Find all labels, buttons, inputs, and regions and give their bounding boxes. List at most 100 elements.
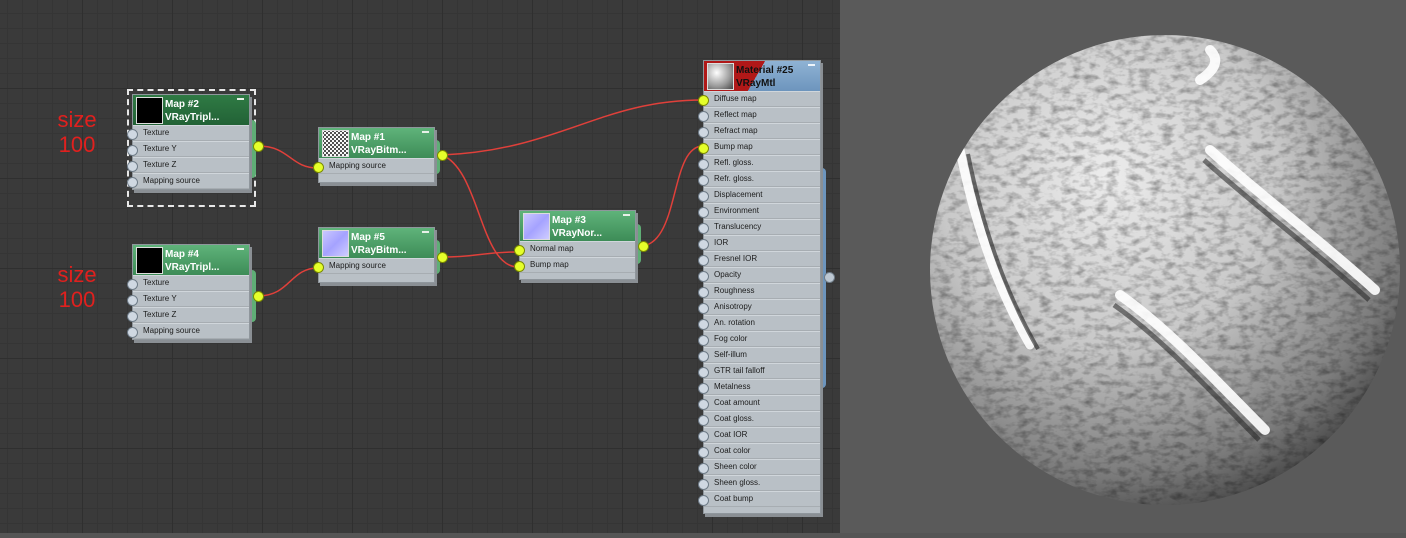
slot-texture[interactable]: Texture — [127, 275, 249, 291]
input-socket[interactable] — [698, 431, 709, 442]
input-socket[interactable] — [698, 383, 709, 394]
minimize-icon[interactable] — [422, 231, 429, 233]
input-socket[interactable] — [698, 399, 709, 410]
material-slot-refr-gloss[interactable]: Refr. gloss. — [698, 171, 820, 187]
input-socket[interactable] — [698, 271, 709, 282]
material-slot-fresnel-ior[interactable]: Fresnel IOR — [698, 251, 820, 267]
input-socket[interactable] — [698, 239, 709, 250]
node-header[interactable]: Map #1 VRayBitm... — [319, 128, 434, 158]
node-header[interactable]: Map #5 VRayBitm... — [319, 228, 434, 258]
minimize-icon[interactable] — [237, 248, 244, 250]
input-socket[interactable] — [698, 159, 709, 170]
slot-texture-y[interactable]: Texture Y — [127, 291, 249, 307]
input-socket[interactable] — [127, 295, 138, 306]
material-slot-coat-bump[interactable]: Coat bump — [698, 491, 820, 507]
material-slot-coat-gloss[interactable]: Coat gloss. — [698, 411, 820, 427]
material-preview-viewport[interactable] — [840, 0, 1406, 533]
node-map2[interactable]: Map #2 VRayTripl... Texture Texture Y Tex… — [127, 94, 250, 190]
input-socket[interactable] — [698, 223, 709, 234]
input-socket[interactable] — [127, 177, 138, 188]
input-socket[interactable] — [127, 279, 138, 290]
input-socket[interactable] — [514, 245, 525, 256]
input-socket[interactable] — [698, 95, 709, 106]
output-socket[interactable] — [437, 150, 448, 161]
output-socket[interactable] — [253, 291, 264, 302]
material-slot-an-rotation[interactable]: An. rotation — [698, 315, 820, 331]
material-slot-ior[interactable]: IOR — [698, 235, 820, 251]
minimize-icon[interactable] — [237, 98, 244, 100]
minimize-icon[interactable] — [808, 64, 815, 66]
output-socket[interactable] — [437, 252, 448, 263]
input-socket[interactable] — [698, 287, 709, 298]
node-header[interactable]: Map #3 VRayNor... — [520, 211, 635, 241]
slot-mapping-source[interactable]: Mapping source — [313, 258, 434, 274]
input-socket[interactable] — [698, 143, 709, 154]
material-slot-fog-color[interactable]: Fog color — [698, 331, 820, 347]
input-socket[interactable] — [698, 303, 709, 314]
node-map5[interactable]: Map #5 VRayBitm... Mapping source — [313, 227, 435, 283]
output-socket[interactable] — [253, 141, 264, 152]
material-slot-gtr-tail-falloff[interactable]: GTR tail falloff — [698, 363, 820, 379]
input-socket[interactable] — [698, 127, 709, 138]
input-socket[interactable] — [698, 415, 709, 426]
node-map4[interactable]: Map #4 VRayTripl... Texture Texture Y Tex… — [127, 244, 250, 340]
input-socket[interactable] — [313, 262, 324, 273]
input-socket[interactable] — [127, 327, 138, 338]
material-slot-roughness[interactable]: Roughness — [698, 283, 820, 299]
slot-bump-map[interactable]: Bump map — [514, 257, 635, 273]
material-slot-opacity[interactable]: Opacity — [698, 267, 820, 283]
input-socket[interactable] — [698, 479, 709, 490]
input-socket[interactable] — [698, 463, 709, 474]
material-slot-coat-ior[interactable]: Coat IOR — [698, 427, 820, 443]
slot-mapping-source[interactable]: Mapping source — [127, 323, 249, 339]
input-socket[interactable] — [698, 335, 709, 346]
material-slot-translucency[interactable]: Translucency — [698, 219, 820, 235]
node-header[interactable]: Map #2 VRayTripl... — [133, 95, 249, 125]
material-slot-coat-amount[interactable]: Coat amount — [698, 395, 820, 411]
slot-texture-z[interactable]: Texture Z — [127, 307, 249, 323]
input-socket[interactable] — [698, 495, 709, 506]
node-material[interactable]: Material #25 VRayMtl Diffuse map Reflect m… — [698, 60, 821, 514]
node-map1[interactable]: Map #1 VRayBitm... Mapping source — [313, 127, 435, 183]
material-slot-sheen-gloss[interactable]: Sheen gloss. — [698, 475, 820, 491]
input-socket[interactable] — [698, 447, 709, 458]
output-socket[interactable] — [824, 272, 835, 283]
material-slot-anisotropy[interactable]: Anisotropy — [698, 299, 820, 315]
minimize-icon[interactable] — [422, 131, 429, 133]
input-socket[interactable] — [698, 319, 709, 330]
material-slot-self-illum[interactable]: Self-illum — [698, 347, 820, 363]
input-socket[interactable] — [698, 175, 709, 186]
input-socket[interactable] — [313, 162, 324, 173]
slate-material-editor-view[interactable]: size 100 size 100 Map #2 VRayTripl... Tex… — [0, 0, 840, 533]
material-slot-refract-map[interactable]: Refract map — [698, 123, 820, 139]
node-header[interactable]: Material #25 VRayMtl — [704, 61, 820, 91]
slot-texture-z[interactable]: Texture Z — [127, 157, 249, 173]
material-slot-displacement[interactable]: Displacement — [698, 187, 820, 203]
node-header[interactable]: Map #4 VRayTripl... — [133, 245, 249, 275]
material-slot-bump-map[interactable]: Bump map — [698, 139, 820, 155]
input-socket[interactable] — [698, 207, 709, 218]
slot-mapping-source[interactable]: Mapping source — [313, 158, 434, 174]
material-slot-coat-color[interactable]: Coat color — [698, 443, 820, 459]
material-slot-refl-gloss[interactable]: Refl. gloss. — [698, 155, 820, 171]
node-map3[interactable]: Map #3 VRayNor... Normal map Bump map — [514, 210, 636, 280]
slot-texture[interactable]: Texture — [127, 125, 249, 141]
slot-normal-map[interactable]: Normal map — [514, 241, 635, 257]
input-socket[interactable] — [127, 161, 138, 172]
slot-texture-y[interactable]: Texture Y — [127, 141, 249, 157]
input-socket[interactable] — [127, 145, 138, 156]
material-slot-diffuse-map[interactable]: Diffuse map — [698, 91, 820, 107]
input-socket[interactable] — [698, 351, 709, 362]
material-slot-environment[interactable]: Environment — [698, 203, 820, 219]
input-socket[interactable] — [127, 129, 138, 140]
minimize-icon[interactable] — [623, 214, 630, 216]
input-socket[interactable] — [127, 311, 138, 322]
input-socket[interactable] — [698, 255, 709, 266]
material-slot-reflect-map[interactable]: Reflect map — [698, 107, 820, 123]
material-slot-sheen-color[interactable]: Sheen color — [698, 459, 820, 475]
input-socket[interactable] — [698, 367, 709, 378]
material-slot-metalness[interactable]: Metalness — [698, 379, 820, 395]
output-socket[interactable] — [638, 241, 649, 252]
input-socket[interactable] — [698, 191, 709, 202]
input-socket[interactable] — [698, 111, 709, 122]
